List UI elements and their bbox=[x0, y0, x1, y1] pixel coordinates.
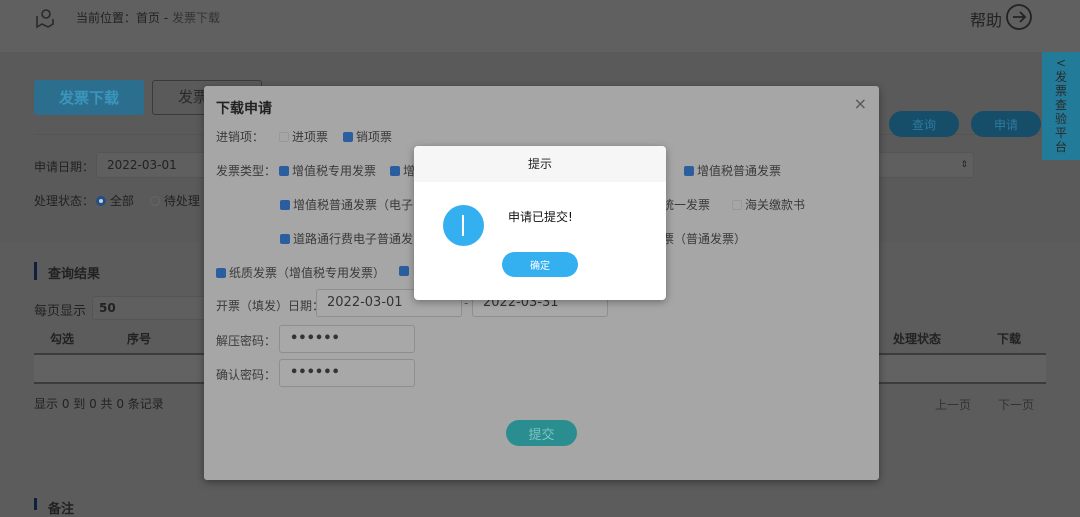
remarks-title: 备注 bbox=[48, 502, 75, 517]
close-icon[interactable]: × bbox=[854, 94, 867, 113]
arrow-right-circle-icon[interactable] bbox=[1005, 3, 1035, 31]
modal-title: 下载申请 bbox=[216, 101, 272, 117]
checkbox-checked-icon bbox=[216, 268, 226, 278]
issue-date-label: 开票（填发）日期： bbox=[216, 299, 325, 313]
side-char: 台 bbox=[1054, 140, 1067, 154]
side-char: 票 bbox=[1054, 84, 1067, 98]
select-all-checkbox[interactable]: 勾选 bbox=[50, 330, 74, 347]
prev-page-button[interactable]: 上一页 bbox=[935, 396, 971, 413]
breadcrumb-sep: - bbox=[163, 11, 169, 25]
breadcrumb: 当前位置：首页 - 发票下载 bbox=[76, 9, 220, 26]
side-char: 发 bbox=[1054, 70, 1067, 84]
next-page-button[interactable]: 下一页 bbox=[998, 396, 1034, 413]
checkbox-label: 纸质发票（增值税专用发票） bbox=[229, 266, 386, 280]
checkbox-label: 票（普通发票） bbox=[662, 232, 747, 246]
status-all-radio[interactable]: 全部 bbox=[96, 192, 134, 209]
col-index: 序号 bbox=[127, 332, 152, 346]
checkbox-label: 增值税普通发票 bbox=[697, 164, 782, 178]
checkbox-label: 进项票 bbox=[292, 130, 329, 144]
alert-title: 提示 bbox=[414, 146, 666, 182]
checkbox-checked-icon bbox=[684, 166, 694, 176]
tab-invoice-download[interactable]: 发票下载 bbox=[34, 80, 144, 115]
type-checkbox[interactable]: 道路通行费电子普通发 bbox=[280, 230, 413, 247]
status-select[interactable]: ⇕ bbox=[870, 152, 974, 178]
checkbox-icon bbox=[732, 200, 742, 210]
type-checkbox[interactable]: 增值税普通发票（电子 bbox=[280, 196, 413, 213]
direction-label: 进销项： bbox=[216, 130, 265, 144]
per-page-label: 每页显示 bbox=[34, 304, 87, 319]
status-pending-radio[interactable]: 待处理 bbox=[150, 192, 200, 209]
radio-checked-icon bbox=[96, 196, 106, 206]
direction-in-checkbox[interactable]: 进项票 bbox=[279, 128, 328, 145]
breadcrumb-current: 发票下载 bbox=[172, 11, 221, 25]
chevron-left-icon: < bbox=[1055, 56, 1067, 70]
status-all-label: 全部 bbox=[109, 194, 134, 208]
checkbox-label: 道路通行费电子普通发 bbox=[293, 232, 414, 246]
checkbox-icon bbox=[279, 132, 289, 142]
section-marker bbox=[34, 498, 37, 510]
checkbox-label: 增值税普通发票（电子 bbox=[293, 198, 414, 212]
location-icon bbox=[36, 9, 54, 29]
checkbox-label: 海关缴款书 bbox=[745, 198, 806, 212]
checkbox-label: 销项票 bbox=[356, 130, 393, 144]
help-link[interactable]: 帮助 bbox=[970, 7, 1002, 31]
checkbox-checked-icon bbox=[279, 166, 289, 176]
checkbox-checked-icon bbox=[390, 166, 400, 176]
breadcrumb-home[interactable]: 首页 bbox=[136, 11, 160, 25]
invoice-verify-panel-tab[interactable]: < 发票查验平台 bbox=[1042, 52, 1080, 160]
password-label: 解压密码： bbox=[216, 334, 277, 348]
status-label: 处理状态： bbox=[34, 194, 95, 208]
per-page-select[interactable]: 50 bbox=[92, 296, 212, 320]
col-download: 下载 bbox=[997, 332, 1022, 346]
type-checkbox[interactable]: 增 bbox=[390, 162, 415, 179]
type-checkbox[interactable]: 增值税普通发票 bbox=[684, 162, 781, 179]
side-char: 验 bbox=[1054, 112, 1067, 126]
status-pending-label: 待处理 bbox=[163, 194, 200, 208]
breadcrumb-label: 当前位置： bbox=[76, 11, 137, 25]
radio-unchecked-icon bbox=[150, 196, 160, 206]
section-marker bbox=[34, 262, 37, 280]
select-arrows-icon: ⇕ bbox=[960, 160, 968, 170]
col-select: 勾选 bbox=[50, 332, 75, 346]
checkbox-label: 增值税专用发票 bbox=[292, 164, 377, 178]
alert-message: 申请已提交! bbox=[508, 210, 573, 224]
direction-out-checkbox[interactable]: 销项票 bbox=[343, 128, 392, 145]
type-checkbox[interactable]: 纸质发票（增值税专用发票） bbox=[216, 264, 385, 281]
side-char: 平 bbox=[1054, 126, 1067, 140]
apply-button[interactable]: 申请 bbox=[971, 111, 1041, 137]
results-title: 查询结果 bbox=[48, 267, 101, 282]
type-checkbox[interactable]: 海关缴款书 bbox=[732, 196, 805, 213]
side-char: 查 bbox=[1054, 98, 1067, 112]
type-label: 发票类型： bbox=[216, 164, 277, 178]
query-button[interactable]: 查询 bbox=[889, 111, 959, 137]
top-header bbox=[0, 0, 1080, 52]
col-status: 处理状态 bbox=[893, 332, 942, 346]
confirm-password-input[interactable]: •••••• bbox=[279, 359, 415, 387]
type-checkbox[interactable]: 统一发票 bbox=[662, 196, 710, 213]
checkbox-label: 统一发票 bbox=[662, 198, 711, 212]
checkbox-checked-icon bbox=[343, 132, 353, 142]
password-input[interactable]: •••••• bbox=[279, 325, 415, 353]
info-icon bbox=[443, 205, 484, 246]
checkbox-checked-icon bbox=[399, 266, 409, 276]
alert-dialog: 提示 申请已提交! 确定 bbox=[414, 146, 666, 300]
apply-date-start-input[interactable]: 2022-03-01 bbox=[96, 152, 206, 178]
ok-button[interactable]: 确定 bbox=[502, 252, 578, 277]
checkbox-checked-icon bbox=[280, 234, 290, 244]
submit-button[interactable]: 提交 bbox=[506, 420, 577, 446]
checkbox-checked-icon bbox=[280, 200, 290, 210]
type-checkbox[interactable] bbox=[399, 264, 412, 278]
confirm-password-label: 确认密码： bbox=[216, 368, 277, 382]
apply-date-label: 申请日期： bbox=[34, 160, 95, 174]
type-checkbox[interactable]: 增值税专用发票 bbox=[279, 162, 376, 179]
results-summary: 显示 0 到 0 共 0 条记录 bbox=[34, 397, 164, 411]
